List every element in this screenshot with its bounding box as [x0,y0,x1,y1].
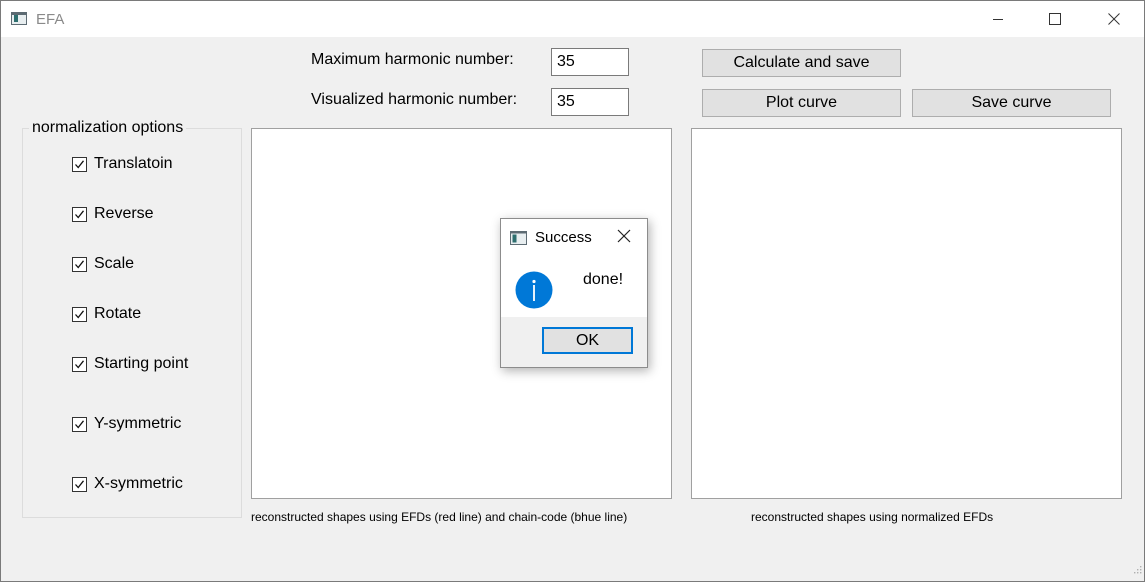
close-icon [1108,13,1120,25]
checkbox-checked-icon [72,416,87,432]
left-plot-caption: reconstructed shapes using EFDs (red lin… [251,510,628,524]
minimize-icon [993,19,1003,20]
vis-harmonic-label: Visualized harmonic number: [311,91,518,108]
normalization-groupbox [22,128,242,518]
checkbox-label: Reverse [94,205,154,222]
window-title: EFA [36,11,65,28]
success-dialog: Success done! OK [500,218,648,368]
app-icon [11,12,27,25]
save-curve-button[interactable]: Save curve [912,89,1111,117]
checkbox-checked-icon [72,356,87,372]
resize-grip-icon[interactable] [1132,561,1142,579]
checkbox-rotate[interactable]: Rotate [72,305,141,323]
checkbox-starting-point[interactable]: Starting point [72,355,188,373]
checkbox-y-symmetric[interactable]: Y-symmetric [72,415,181,433]
dialog-title: Success [535,229,592,246]
checkbox-checked-icon [72,156,87,172]
max-harmonic-input[interactable]: 35 [551,48,629,76]
title-bar[interactable]: EFA [1,1,1144,37]
checkbox-label: Y-symmetric [94,415,182,432]
info-icon [515,271,553,314]
checkbox-checked-icon [72,206,87,222]
checkbox-reverse[interactable]: Reverse [72,205,154,223]
checkbox-label: Starting point [94,355,189,372]
checkbox-translation[interactable]: Translatoin [72,155,173,173]
main-window: EFA Maximum harmonic number: 35 Visualiz… [0,0,1145,582]
right-plot-caption: reconstructed shapes using normalized EF… [751,510,994,524]
checkbox-scale[interactable]: Scale [72,255,134,273]
dialog-message: done! [583,271,624,288]
minimize-button[interactable] [975,1,1021,37]
checkbox-label: Translatoin [94,155,173,172]
checkbox-x-symmetric[interactable]: X-symmetric [72,475,183,493]
checkbox-checked-icon [72,306,87,322]
normalized-efd-plot-canvas[interactable] [691,128,1122,499]
calculate-save-button[interactable]: Calculate and save [702,49,901,77]
dialog-close-icon[interactable] [617,229,631,248]
close-button[interactable] [1091,1,1137,37]
maximize-icon [1049,13,1061,25]
max-harmonic-label: Maximum harmonic number: [311,51,514,68]
checkbox-label: X-symmetric [94,475,183,492]
normalization-title: normalization options [29,119,187,137]
checkbox-label: Scale [94,255,135,272]
maximize-button[interactable] [1032,1,1078,37]
ok-button[interactable]: OK [542,327,633,354]
checkbox-checked-icon [72,476,87,492]
checkbox-checked-icon [72,256,87,272]
plot-curve-button[interactable]: Plot curve [702,89,901,117]
checkbox-label: Rotate [94,305,142,322]
vis-harmonic-input[interactable]: 35 [551,88,629,116]
dialog-app-icon [510,231,527,250]
